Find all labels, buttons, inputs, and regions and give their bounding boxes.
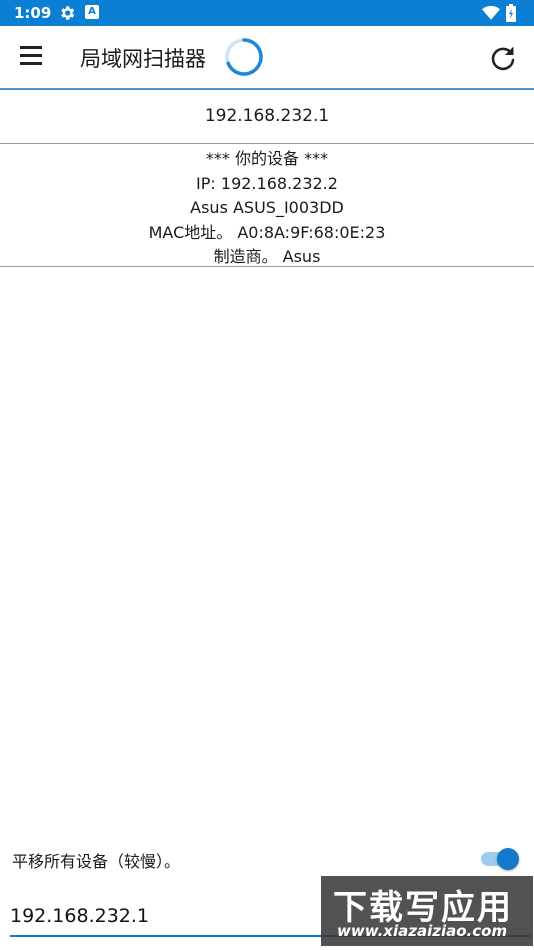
page-title: 局域网扫描器 <box>80 47 206 71</box>
status-bar: 1:09 A <box>0 0 534 26</box>
pan-all-devices-row: 平移所有设备（较慢）。 <box>0 840 534 876</box>
battery-charging-icon <box>506 4 516 22</box>
status-time: 1:09 <box>14 4 52 22</box>
watermark-url: www.xiazaiziao.com <box>337 922 508 940</box>
refresh-icon[interactable] <box>489 44 517 72</box>
ip-input[interactable] <box>10 901 340 931</box>
loading-spinner-icon <box>225 38 263 76</box>
watermark: 下载写应用 www.xiazaiziao.com <box>321 876 533 946</box>
pan-all-devices-label: 平移所有设备（较慢）。 <box>12 852 181 871</box>
wifi-icon <box>482 5 500 20</box>
device-ip: IP: 192.168.232.2 <box>196 173 338 193</box>
hamburger-menu-icon[interactable] <box>20 46 42 66</box>
device-name: Asus ASUS_I003DD <box>190 198 344 217</box>
device-vendor: 制造商。 Asus <box>213 247 321 266</box>
a-icon: A <box>85 5 99 19</box>
toggle-thumb <box>497 848 519 870</box>
device-header: *** 你的设备 *** <box>205 149 329 168</box>
pan-all-devices-toggle[interactable] <box>481 848 519 870</box>
gateway-ip: 192.168.232.1 <box>204 106 330 126</box>
device-row-self[interactable]: *** 你的设备 *** IP: 192.168.232.2 Asus ASUS… <box>0 144 534 267</box>
app-bar: 局域网扫描器 <box>0 26 534 90</box>
gear-icon <box>61 6 75 20</box>
device-row-gateway[interactable]: 192.168.232.1 <box>0 90 534 144</box>
device-mac: MAC地址。 A0:8A:9F:68:0E:23 <box>148 222 386 242</box>
